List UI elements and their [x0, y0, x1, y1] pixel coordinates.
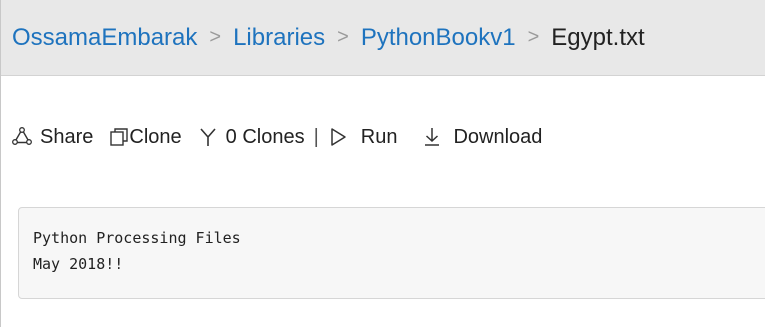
share-button[interactable]: Share — [12, 126, 93, 149]
toolbar-divider: | — [313, 125, 319, 148]
clones-count-label: 0 Clones — [225, 125, 305, 148]
run-label: Run — [360, 125, 398, 148]
share-icon — [12, 127, 32, 147]
clone-label: Clone — [129, 125, 182, 148]
clones-count-link[interactable]: 0 Clones — [198, 126, 305, 149]
download-icon — [423, 127, 441, 147]
breadcrumb: OssamaEmbarak > Libraries > PythonBookv1… — [1, 0, 765, 76]
file-viewer: OssamaEmbarak > Libraries > PythonBookv1… — [0, 0, 765, 327]
breadcrumb-separator: > — [209, 26, 222, 48]
breadcrumb-separator: > — [337, 26, 349, 48]
file-content-line: May 2018!! — [33, 255, 124, 273]
share-label: Share — [40, 125, 94, 148]
download-button[interactable]: Download — [423, 126, 542, 149]
play-icon — [329, 127, 347, 147]
breadcrumb-item-libraries[interactable]: Libraries — [233, 24, 325, 52]
file-content-line: Python Processing Files — [33, 229, 241, 247]
breadcrumb-item-user[interactable]: OssamaEmbarak — [12, 24, 197, 52]
breadcrumb-item-project[interactable]: PythonBookv1 — [361, 24, 516, 52]
fork-icon — [198, 127, 218, 147]
run-button[interactable]: Run — [329, 125, 398, 149]
breadcrumb-current-file: Egypt.txt — [551, 23, 645, 51]
clone-button[interactable]: Clone — [109, 125, 182, 149]
breadcrumb-separator: > — [527, 26, 540, 48]
file-content: Python Processing Files May 2018!! — [18, 207, 765, 299]
clone-icon — [109, 127, 129, 147]
download-label: Download — [453, 125, 543, 148]
file-toolbar: Share Clone 0 Clones | Run Download — [12, 122, 542, 152]
